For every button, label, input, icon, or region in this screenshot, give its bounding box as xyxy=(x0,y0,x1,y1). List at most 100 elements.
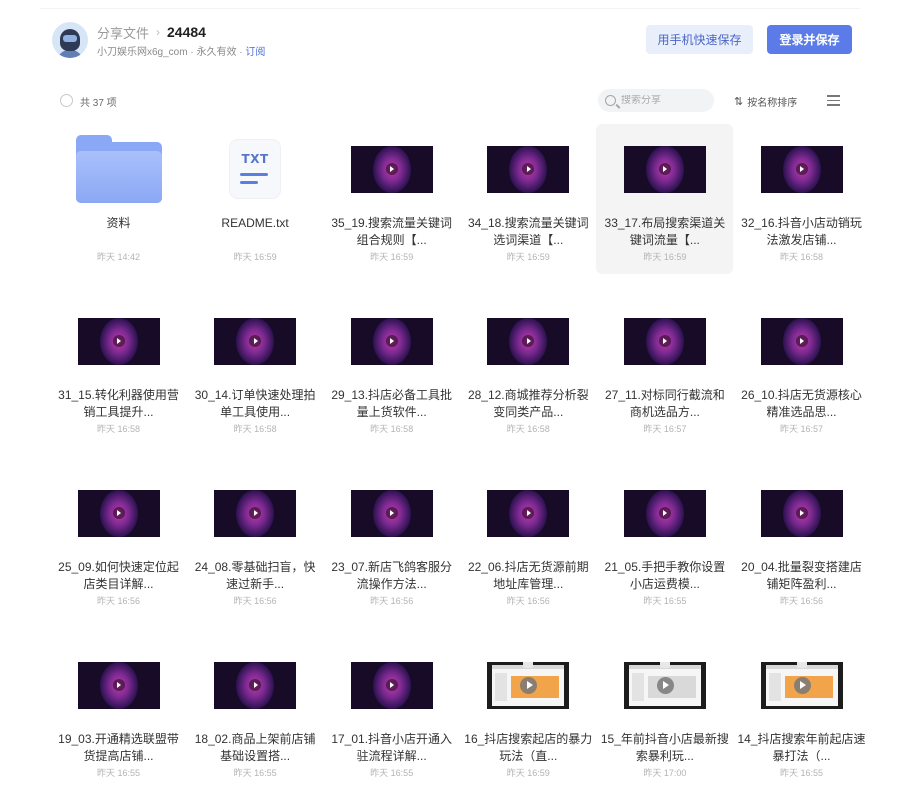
file-name[interactable]: 30_14.订单快速处理拍单工具使用... xyxy=(191,387,320,421)
file-time: 昨天 16:58 xyxy=(506,424,550,434)
file-item[interactable]: 25_09.如何快速定位起店类目详解... 昨天 16:56 xyxy=(50,468,187,618)
save-by-phone-button[interactable]: 用手机快速保存 xyxy=(646,25,753,54)
file-item[interactable]: 27_11.对标同行截流和商机选品方... 昨天 16:57 xyxy=(596,296,733,446)
file-time: 昨天 16:59 xyxy=(233,252,277,262)
file-time: 昨天 16:57 xyxy=(643,424,687,434)
file-item[interactable]: 14_抖店搜索年前起店速暴打法（... 昨天 16:55 xyxy=(733,640,870,790)
sharer-name: 小刀娱乐网x6g_com xyxy=(97,47,188,58)
file-name[interactable]: 29_13.抖店必备工具批量上货软件... xyxy=(327,387,456,421)
file-time: 昨天 16:56 xyxy=(233,596,277,606)
video-thumbnail xyxy=(77,661,160,709)
file-time: 昨天 16:55 xyxy=(370,768,414,778)
file-name[interactable]: 31_15.转化利器使用营销工具提升... xyxy=(54,387,183,421)
video-thumbnail xyxy=(460,134,597,204)
login-and-save-button[interactable]: 登录并保存 xyxy=(767,25,852,54)
video-thumbnail xyxy=(487,145,570,193)
file-name[interactable]: 22_06.抖店无货源前期地址库管理... xyxy=(464,559,593,593)
file-item[interactable]: 18_02.商品上架前店铺基础设置搭... 昨天 16:55 xyxy=(187,640,324,790)
file-item[interactable]: 20_04.批量裂变搭建店铺矩阵盈利... 昨天 16:56 xyxy=(733,468,870,618)
play-icon xyxy=(795,506,808,519)
file-time: 昨天 16:59 xyxy=(506,768,550,778)
select-all-checkbox[interactable] xyxy=(60,94,73,107)
file-item[interactable]: 22_06.抖店无货源前期地址库管理... 昨天 16:56 xyxy=(460,468,597,618)
folder-icon xyxy=(75,135,162,203)
file-item[interactable]: 33_17.布局搜索渠道关键词流量【... 昨天 16:59 xyxy=(596,124,734,274)
file-name[interactable]: 资料 xyxy=(54,215,183,249)
video-thumbnail xyxy=(596,650,733,720)
video-thumbnail xyxy=(323,134,460,204)
video-thumbnail xyxy=(460,650,597,720)
play-icon xyxy=(112,678,125,691)
video-thumbnail xyxy=(50,650,187,720)
file-item[interactable]: 24_08.零基础扫盲，快速过新手... 昨天 16:56 xyxy=(187,468,324,618)
file-name[interactable]: 17_01.抖音小店开通入驻流程详解... xyxy=(327,731,456,765)
file-name[interactable]: 32_16.抖音小店动销玩法激发店铺... xyxy=(737,215,866,249)
file-name[interactable]: 27_11.对标同行截流和商机选品方... xyxy=(600,387,729,421)
video-thumbnail xyxy=(50,478,187,548)
video-thumbnail xyxy=(323,650,460,720)
file-item[interactable]: 17_01.抖音小店开通入驻流程详解... 昨天 16:55 xyxy=(323,640,460,790)
file-item[interactable]: 35_19.搜索流量关键词组合规则【... 昨天 16:59 xyxy=(323,124,460,274)
file-name[interactable]: 35_19.搜索流量关键词组合规则【... xyxy=(327,215,456,249)
file-name[interactable]: 24_08.零基础扫盲，快速过新手... xyxy=(191,559,320,593)
subscribe-link[interactable]: 订阅 xyxy=(245,47,265,58)
video-thumbnail xyxy=(350,145,433,193)
file-item[interactable]: 29_13.抖店必备工具批量上货软件... 昨天 16:58 xyxy=(323,296,460,446)
video-thumbnail xyxy=(623,489,706,537)
video-thumbnail xyxy=(460,478,597,548)
file-item[interactable]: 31_15.转化利器使用营销工具提升... 昨天 16:58 xyxy=(50,296,187,446)
txt-file-icon: TXT xyxy=(187,134,324,204)
file-item[interactable]: 26_10.抖店无货源核心精准选品思... 昨天 16:57 xyxy=(733,296,870,446)
file-name[interactable]: 28_12.商城推荐分析裂变同类产品... xyxy=(464,387,593,421)
file-item[interactable]: 30_14.订单快速处理拍单工具使用... 昨天 16:58 xyxy=(187,296,324,446)
file-item[interactable]: TXT README.txt 昨天 16:59 xyxy=(187,124,324,274)
file-name[interactable]: 14_抖店搜索年前起店速暴打法（... xyxy=(737,731,866,765)
video-thumbnail xyxy=(187,478,324,548)
file-name[interactable]: 26_10.抖店无货源核心精准选品思... xyxy=(737,387,866,421)
play-icon xyxy=(385,162,398,175)
file-item[interactable]: 32_16.抖音小店动销玩法激发店铺... 昨天 16:58 xyxy=(733,124,870,274)
file-item[interactable]: 资料 昨天 14:42 xyxy=(50,124,187,274)
share-header: 分享文件 › 24484 小刀娱乐网x6g_com · 永久有效 · 订阅 用手… xyxy=(0,0,900,75)
play-icon xyxy=(112,506,125,519)
file-item[interactable]: 28_12.商城推荐分析裂变同类产品... 昨天 16:58 xyxy=(460,296,597,446)
sort-icon: ⇅ xyxy=(734,95,744,108)
play-icon xyxy=(656,676,674,694)
breadcrumb-root-link[interactable]: 分享文件 xyxy=(97,23,149,42)
file-item[interactable]: 15_年前抖音小店最新搜索暴利玩... 昨天 17:00 xyxy=(596,640,733,790)
video-thumbnail xyxy=(760,661,843,709)
file-name[interactable]: 16_抖店搜索起店的暴力玩法（直... xyxy=(464,731,593,765)
file-name[interactable]: 33_17.布局搜索渠道关键词流量【... xyxy=(600,215,729,249)
file-item[interactable]: 34_18.搜索流量关键词选词渠道【... 昨天 16:59 xyxy=(460,124,597,274)
play-icon xyxy=(795,334,808,347)
file-name[interactable]: 19_03.开通精选联盟带货提高店铺... xyxy=(54,731,183,765)
view-menu-icon[interactable] xyxy=(827,95,840,106)
search-input[interactable] xyxy=(621,95,711,106)
file-name[interactable]: 20_04.批量裂变搭建店铺矩阵盈利... xyxy=(737,559,866,593)
file-toolbar: 共 37 项 ⇅ 按名称排序 xyxy=(0,88,900,114)
file-item[interactable]: 16_抖店搜索起店的暴力玩法（直... 昨天 16:59 xyxy=(460,640,597,790)
video-thumbnail xyxy=(760,317,843,365)
file-item[interactable]: 23_07.新店飞鸽客服分流操作方法... 昨天 16:56 xyxy=(323,468,460,618)
file-name[interactable]: 23_07.新店飞鸽客服分流操作方法... xyxy=(327,559,456,593)
sort-button[interactable]: ⇅ 按名称排序 xyxy=(734,94,797,109)
file-name[interactable]: 15_年前抖音小店最新搜索暴利玩... xyxy=(600,731,729,765)
file-name[interactable]: README.txt xyxy=(191,215,320,249)
meta-dot: · xyxy=(239,47,243,58)
search-box[interactable] xyxy=(598,89,714,112)
share-meta: 小刀娱乐网x6g_com · 永久有效 · 订阅 xyxy=(97,43,265,58)
file-name[interactable]: 34_18.搜索流量关键词选词渠道【... xyxy=(464,215,593,249)
file-item[interactable]: 21_05.手把手教你设置小店运费模... 昨天 16:55 xyxy=(596,468,733,618)
file-time: 昨天 16:58 xyxy=(370,424,414,434)
file-name[interactable]: 18_02.商品上架前店铺基础设置搭... xyxy=(191,731,320,765)
file-name[interactable]: 21_05.手把手教你设置小店运费模... xyxy=(600,559,729,593)
video-thumbnail xyxy=(623,661,706,709)
video-thumbnail xyxy=(487,661,570,709)
file-time: 昨天 16:58 xyxy=(233,424,277,434)
file-name[interactable]: 25_09.如何快速定位起店类目详解... xyxy=(54,559,183,593)
file-item[interactable]: 19_03.开通精选联盟带货提高店铺... 昨天 16:55 xyxy=(50,640,187,790)
video-thumbnail xyxy=(214,489,297,537)
file-time: 昨天 16:59 xyxy=(506,252,550,262)
item-count: 共 37 项 xyxy=(80,98,117,109)
play-icon xyxy=(385,678,398,691)
